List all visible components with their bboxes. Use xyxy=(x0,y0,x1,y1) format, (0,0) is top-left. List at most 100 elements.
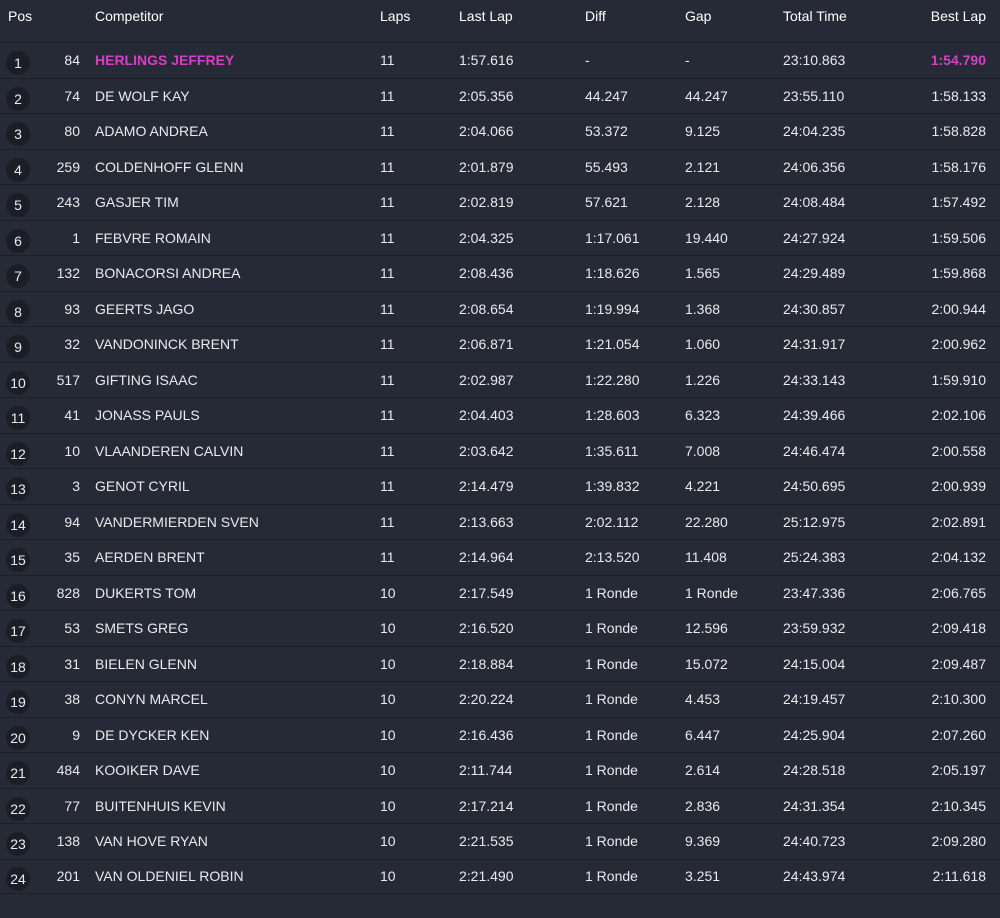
table-row[interactable]: 6 1 FEBVRE ROMAIN 11 2:04.325 1:17.061 19.440 2… xyxy=(0,219,1000,256)
competitor-name[interactable]: VAN HOVE RYAN xyxy=(95,824,365,859)
gap-value: - xyxy=(685,52,690,69)
competitor-name[interactable]: BUITENHUIS KEVIN xyxy=(95,789,365,824)
header-diff[interactable]: Diff xyxy=(585,5,680,27)
table-row[interactable]: 9 32 VANDONINCK BRENT 11 2:06.871 1:21.054 1.0… xyxy=(0,326,1000,362)
diff-value: 1:18.626 xyxy=(585,265,640,282)
position-circle: 4 xyxy=(6,157,30,182)
table-row[interactable]: 4 259 COLDENHOFF GLENN 11 2:01.879 55.493 2.12… xyxy=(0,148,1000,185)
position-circle: 23 xyxy=(6,832,30,857)
table-row[interactable]: 14 94 VANDERMIERDEN SVEN 11 2:13.663 2:02.112… xyxy=(0,503,1000,540)
last-lap-time: 2:17.549 xyxy=(459,584,514,601)
competitor-name[interactable]: GENOT CYRIL xyxy=(95,469,365,504)
competitor-name[interactable]: ADAMO ANDREA xyxy=(95,114,365,149)
laps-count: 10 xyxy=(380,762,396,779)
gap-value: 6.447 xyxy=(685,726,721,743)
table-row[interactable]: 12 10 VLAANDEREN CALVIN 11 2:03.642 1:35.611 7… xyxy=(0,432,1000,469)
best-lap-time: 2:02.106 xyxy=(931,407,987,424)
rider-number: 1 xyxy=(72,229,80,246)
table-row[interactable]: 1 84 HERLINGS JEFFREY 11 1:57.616 - - 23:10.863… xyxy=(0,42,1000,78)
rider-number: 38 xyxy=(64,691,80,708)
competitor-name[interactable]: CONYN MARCEL xyxy=(95,682,365,717)
laps-count: 10 xyxy=(380,726,396,743)
competitor-name[interactable]: VLAANDEREN CALVIN xyxy=(95,434,365,469)
position-badge: 14 xyxy=(6,505,30,540)
results-table: Pos Competitor Laps Last Lap Diff Gap To… xyxy=(0,0,1000,894)
laps-count: 10 xyxy=(380,655,396,672)
header-total-time[interactable]: Total Time xyxy=(783,5,893,27)
header-gap[interactable]: Gap xyxy=(685,5,775,27)
competitor-name[interactable]: SMETS GREG xyxy=(95,611,365,646)
table-row[interactable]: 16 828 DUKERTS TOM 10 2:17.549 1 Ronde 1 Ronde… xyxy=(0,574,1000,611)
total-time: 24:08.484 xyxy=(783,194,846,211)
table-row[interactable]: 19 38 CONYN MARCEL 10 2:20.224 1 Ronde 4.453 24… xyxy=(0,681,1000,717)
competitor-name[interactable]: BIELEN GLENN xyxy=(95,647,365,682)
best-lap-time: 1:59.910 xyxy=(931,371,987,388)
gap-value: 12.596 xyxy=(685,620,728,637)
total-time: 23:47.336 xyxy=(783,584,846,601)
table-row[interactable]: 20 9 DE DYCKER KEN 10 2:16.436 1 Ronde 6.447 24… xyxy=(0,716,1000,753)
competitor-name[interactable]: BONACORSI ANDREA xyxy=(95,256,365,291)
position-badge: 22 xyxy=(6,789,30,824)
table-row[interactable]: 17 53 SMETS GREG 10 2:16.520 1 Ronde 12.596 23:… xyxy=(0,610,1000,646)
competitor-name[interactable]: DE WOLF KAY xyxy=(95,79,365,114)
laps-count: 11 xyxy=(380,478,395,495)
best-lap-time: 2:10.300 xyxy=(931,691,987,708)
table-row[interactable]: 5 243 GASJER TIM 11 2:02.819 57.621 2.128 24:08… xyxy=(0,184,1000,220)
table-row[interactable]: 11 41 JONASS PAULS 11 2:04.403 1:28.603 6.323 2… xyxy=(0,397,1000,433)
table-row[interactable]: 18 31 BIELEN GLENN 10 2:18.884 1 Ronde 15.072 2… xyxy=(0,645,1000,682)
competitor-name[interactable]: VAN OLDENIEL ROBIN xyxy=(95,860,365,894)
table-row[interactable]: 3 80 ADAMO ANDREA 11 2:04.066 53.372 9.125 24:0… xyxy=(0,113,1000,149)
competitor-name[interactable]: COLDENHOFF GLENN xyxy=(95,150,365,185)
position-badge: 7 xyxy=(6,256,30,291)
competitor-name[interactable]: GIFTING ISAAC xyxy=(95,363,365,398)
table-row[interactable]: 2 74 DE WOLF KAY 11 2:05.356 44.247 44.247 23:5… xyxy=(0,77,1000,114)
table-row[interactable]: 7 132 BONACORSI ANDREA 11 2:08.436 1:18.626 1.… xyxy=(0,255,1000,291)
position-badge: 3 xyxy=(6,114,30,149)
position-circle: 12 xyxy=(6,441,30,466)
header-competitor[interactable]: Competitor xyxy=(95,5,365,27)
header-last-lap[interactable]: Last Lap xyxy=(459,5,569,27)
gap-value: 2.128 xyxy=(685,194,721,211)
total-time: 24:28.518 xyxy=(783,762,846,779)
best-lap-time: 2:05.197 xyxy=(931,762,987,779)
competitor-name[interactable]: VANDONINCK BRENT xyxy=(95,327,365,362)
total-time: 24:27.924 xyxy=(783,229,846,246)
table-row[interactable]: 15 35 AERDEN BRENT 11 2:14.964 2:13.520 11.408… xyxy=(0,539,1000,575)
competitor-name[interactable]: DE DYCKER KEN xyxy=(95,718,365,753)
table-row[interactable]: 22 77 BUITENHUIS KEVIN 10 2:17.214 1 Ronde 2.8… xyxy=(0,787,1000,824)
header-pos[interactable]: Pos xyxy=(8,5,32,27)
competitor-name[interactable]: GEERTS JAGO xyxy=(95,292,365,327)
table-row[interactable]: 8 93 GEERTS JAGO 11 2:08.654 1:19.994 1.368 24:… xyxy=(0,290,1000,327)
competitor-name[interactable]: DUKERTS TOM xyxy=(95,576,365,611)
laps-count: 11 xyxy=(380,229,395,246)
table-row[interactable]: 21 484 KOOIKER DAVE 10 2:11.744 1 Ronde 2.614 2… xyxy=(0,752,1000,788)
best-lap-time: 2:00.962 xyxy=(931,336,987,353)
table-row[interactable]: 23 138 VAN HOVE RYAN 10 2:21.535 1 Ronde 9.369… xyxy=(0,823,1000,859)
best-lap-time: 1:57.492 xyxy=(931,194,987,211)
last-lap-time: 2:03.642 xyxy=(459,442,514,459)
position-circle: 16 xyxy=(6,583,30,608)
position-circle: 13 xyxy=(6,477,30,502)
competitor-name[interactable]: JONASS PAULS xyxy=(95,398,365,433)
position-badge: 11 xyxy=(6,398,30,433)
rider-number: 243 xyxy=(56,194,80,211)
total-time: 24:46.474 xyxy=(783,442,846,459)
competitor-name[interactable]: HERLINGS JEFFREY xyxy=(95,43,365,78)
competitor-name[interactable]: KOOIKER DAVE xyxy=(95,753,365,788)
competitor-name[interactable]: FEBVRE ROMAIN xyxy=(95,221,365,256)
competitor-name[interactable]: AERDEN BRENT xyxy=(95,540,365,575)
header-laps[interactable]: Laps xyxy=(380,5,440,27)
best-lap-time: 2:07.260 xyxy=(931,726,987,743)
last-lap-time: 2:02.987 xyxy=(459,371,514,388)
best-lap-time: 1:58.176 xyxy=(931,158,987,175)
competitor-name[interactable]: GASJER TIM xyxy=(95,185,365,220)
gap-value: 4.453 xyxy=(685,691,721,708)
gap-value: 2.836 xyxy=(685,797,721,814)
laps-count: 11 xyxy=(380,158,395,175)
header-best-lap[interactable]: Best Lap xyxy=(900,5,986,27)
competitor-name[interactable]: VANDERMIERDEN SVEN xyxy=(95,505,365,540)
gap-value: 1.060 xyxy=(685,336,721,353)
table-row[interactable]: 13 3 GENOT CYRIL 11 2:14.479 1:39.832 4.221 24:… xyxy=(0,468,1000,504)
table-row[interactable]: 10 517 GIFTING ISAAC 11 2:02.987 1:22.280 1.22… xyxy=(0,361,1000,398)
table-row[interactable]: 24 201 VAN OLDENIEL ROBIN 10 2:21.490 1 Ronde… xyxy=(0,858,1000,894)
